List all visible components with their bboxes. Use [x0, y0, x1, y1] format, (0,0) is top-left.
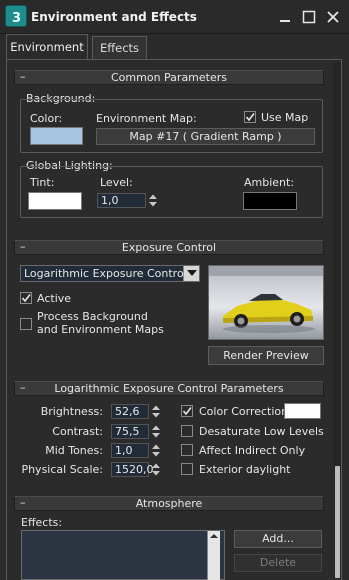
exterior-daylight-checkbox[interactable] — [181, 463, 193, 475]
mid-tones-spinner-arrows[interactable] — [151, 443, 161, 458]
exposure-preview-image — [208, 265, 324, 340]
desaturate-low-levels-checkbox[interactable] — [181, 425, 193, 437]
color-correction-swatch[interactable] — [284, 403, 321, 419]
rollout-exposure-control[interactable]: – Exposure Control — [14, 240, 324, 255]
chevron-up-icon[interactable] — [208, 531, 220, 541]
tint-color-swatch[interactable] — [28, 192, 82, 210]
exterior-daylight-label: Exterior daylight — [199, 463, 291, 476]
chevron-down-icon[interactable] — [183, 266, 199, 281]
process-background-checkbox[interactable] — [20, 318, 32, 330]
mid-tones-spinner-input[interactable]: 1,0 — [111, 443, 149, 458]
close-icon[interactable] — [324, 8, 342, 26]
level-spinner-arrows[interactable] — [148, 193, 158, 208]
affect-indirect-only-label: Affect Indirect Only — [199, 444, 306, 457]
3ds-max-icon[interactable]: 3 — [5, 5, 27, 27]
rollout-title: Exposure Control — [121, 241, 217, 254]
ambient-label: Ambient: — [244, 176, 295, 189]
delete-effect-button[interactable]: Delete — [234, 554, 322, 572]
ambient-color-swatch[interactable] — [243, 192, 297, 210]
rollout-common-parameters[interactable]: – Common Parameters — [14, 70, 324, 85]
active-checkbox[interactable] — [20, 292, 32, 304]
minimize-icon[interactable] — [276, 8, 294, 26]
color-correction-label: Color Correction: — [199, 405, 292, 418]
maximize-icon[interactable] — [300, 8, 318, 26]
process-background-label-1: Process Background — [37, 310, 148, 323]
tab-environment[interactable]: Environment — [6, 34, 88, 60]
physical-scale-label: Physical Scale: — [21, 463, 103, 476]
mid-tones-label: Mid Tones: — [45, 444, 103, 457]
exposure-type-value: Logarithmic Exposure Control — [24, 267, 187, 280]
environment-map-button[interactable]: Map #17 ( Gradient Ramp ) — [96, 128, 315, 145]
car-render-image — [209, 266, 323, 339]
active-label: Active — [37, 292, 72, 305]
effects-list-scrollbar[interactable] — [207, 531, 220, 580]
tint-label: Tint: — [30, 176, 55, 189]
brightness-spinner-arrows[interactable] — [151, 404, 161, 419]
rollout-atmosphere[interactable]: – Atmosphere — [14, 496, 324, 511]
physical-scale-spinner-input[interactable]: 1520,0 — [111, 462, 154, 477]
process-background-label-2: and Environment Maps — [37, 323, 164, 336]
rollout-title: Logarithmic Exposure Control Parameters — [54, 382, 284, 395]
rollout-title: Atmosphere — [135, 497, 203, 510]
svg-text:3: 3 — [12, 11, 21, 25]
contrast-spinner-arrows[interactable] — [151, 424, 161, 439]
add-effect-button[interactable]: Add... — [234, 530, 322, 548]
environment-map-label: Environment Map: — [96, 112, 197, 125]
render-preview-button[interactable]: Render Preview — [208, 346, 324, 365]
physical-scale-spinner-arrows[interactable] — [151, 462, 161, 477]
rollout-log-exposure-params[interactable]: – Logarithmic Exposure Control Parameter… — [14, 381, 324, 396]
use-map-label: Use Map — [261, 111, 309, 124]
exposure-type-dropdown[interactable]: Logarithmic Exposure Control — [20, 265, 200, 282]
rollout-title: Common Parameters — [111, 71, 227, 84]
level-label: Level: — [100, 176, 133, 189]
tab-effects[interactable]: Effects — [92, 36, 147, 60]
atmosphere-effects-list[interactable] — [21, 530, 225, 580]
brightness-label: Brightness: — [40, 405, 103, 418]
level-spinner-input[interactable]: 1,0 — [97, 193, 146, 208]
panel-scrollbar-thumb[interactable] — [335, 466, 340, 578]
effects-label: Effects: — [21, 516, 63, 529]
title-bar: 3 Environment and Effects — [0, 0, 349, 34]
use-map-checkbox[interactable] — [244, 111, 256, 123]
window-title: Environment and Effects — [31, 10, 197, 24]
background-color-swatch[interactable] — [30, 127, 83, 145]
brightness-spinner-input[interactable]: 52,6 — [111, 404, 149, 419]
contrast-spinner-input[interactable]: 75,5 — [111, 424, 149, 439]
color-correction-checkbox[interactable] — [181, 405, 193, 417]
affect-indirect-only-checkbox[interactable] — [181, 444, 193, 456]
contrast-label: Contrast: — [52, 425, 103, 438]
desaturate-low-levels-label: Desaturate Low Levels — [199, 425, 324, 438]
color-label: Color: — [30, 112, 63, 125]
